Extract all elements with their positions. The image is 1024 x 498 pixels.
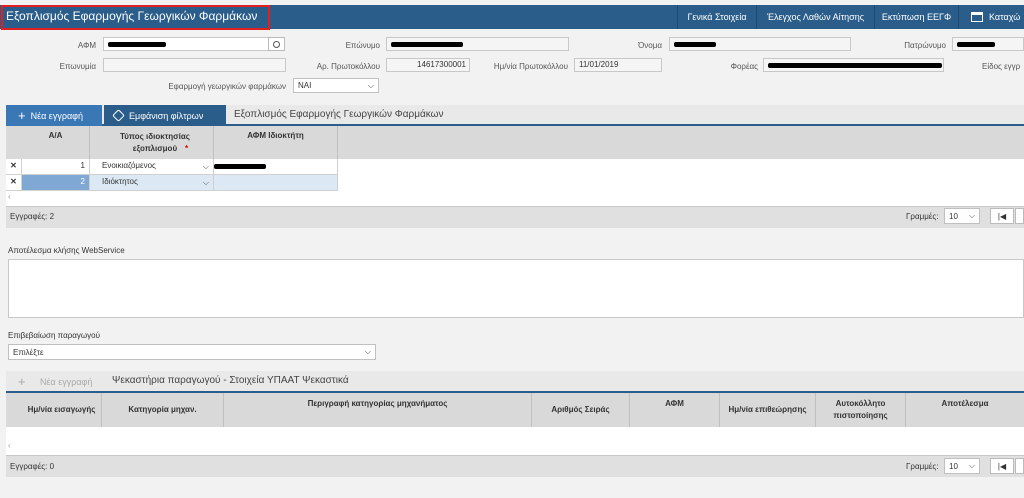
grid1-new-button[interactable]: + Νέα εγγραφή: [6, 105, 102, 126]
first-page-icon: |◀: [997, 461, 1007, 471]
show-filters-button[interactable]: Εμφάνιση φίλτρων: [104, 105, 226, 126]
row1-aa: 1: [22, 159, 90, 175]
application-select[interactable]: ΝΑΙ ⌵: [293, 78, 379, 93]
prev-page-button[interactable]: [1015, 458, 1024, 474]
chevron-down-icon: ⌵: [202, 161, 209, 171]
redacted-surname: [391, 42, 463, 47]
row2-type-value: Ιδιόκτητος: [102, 177, 138, 186]
tag-icon: [112, 109, 125, 122]
row1-type-select[interactable]: Ενοικιαζόμενος ⌵: [90, 159, 214, 175]
producer-select-value: Επιλέξτε: [13, 347, 44, 357]
chevron-down-icon: ⌵: [202, 177, 209, 187]
submit-button[interactable]: Καταχώ: [958, 5, 1024, 29]
redacted-owner-afm: [214, 164, 266, 169]
first-page-icon: |◀: [997, 211, 1007, 221]
col-aa[interactable]: Α/Α: [22, 126, 90, 159]
submit-button-label: Καταχώ: [989, 12, 1021, 22]
col-owner-afm[interactable]: ΑΦΜ Ιδιοκτήτη: [214, 126, 338, 159]
afm-label: ΑΦΜ: [77, 41, 96, 50]
error-check-button[interactable]: Έλεγχος Λαθών Αίτησης: [756, 5, 874, 29]
grid1-lines-select[interactable]: 10 ⌵: [944, 208, 980, 224]
afm-field[interactable]: [103, 37, 269, 51]
row1-type-value: Ενοικιαζόμενος: [102, 161, 156, 170]
grid2-lines-select[interactable]: 10 ⌵: [944, 458, 980, 474]
protocol-date-field: 11/01/2019: [574, 58, 662, 72]
surname-label: Επώνυμο: [345, 41, 380, 50]
col-ownership-type[interactable]: Τύπος ιδιοκτησίας εξοπλισμού *: [90, 126, 214, 159]
redacted-agency: [768, 63, 942, 68]
chevron-down-icon: ⌵: [367, 80, 374, 90]
grid2-tab-title: Ψεκαστήρια παραγωγού - Στοιχεία ΥΠΑΑΤ Ψε…: [112, 375, 349, 386]
protocol-no-label: Αρ. Πρωτοκόλλου: [316, 62, 380, 71]
first-page-button[interactable]: |◀: [990, 458, 1014, 474]
fathername-label: Πατρώνυμο: [904, 41, 946, 50]
col-ownership-type-label: Τύπος ιδιοκτησίας εξοπλισμού: [119, 131, 190, 153]
row2-owner-afm[interactable]: [214, 175, 338, 191]
row2-type-select[interactable]: Ιδιόκτητος ⌵: [90, 175, 214, 191]
redacted-afm: [108, 42, 166, 47]
producer-select[interactable]: Επιλέξτε ⌵: [8, 344, 376, 360]
grid2-footer: [6, 455, 1024, 477]
grid2-lines-value: 10: [949, 461, 958, 471]
general-info-button[interactable]: Γενικά Στοιχεία: [677, 5, 756, 29]
show-filters-label: Εμφάνιση φίλτρων: [129, 110, 204, 121]
name-label: Όνομα: [638, 41, 662, 50]
agency-field: [763, 58, 944, 72]
grid1-lines-value: 10: [949, 211, 958, 221]
protocol-date-label: Ημ/νία Πρωτοκόλλου: [493, 62, 568, 71]
grid2-new-button[interactable]: Νέα εγγραφή: [40, 377, 92, 387]
plus-icon: +: [18, 107, 26, 123]
redacted-fathername: [957, 42, 995, 47]
col-certification-sticker[interactable]: Αυτοκόλλητο πιστοποίησης: [816, 393, 906, 427]
row1-owner-afm[interactable]: [214, 159, 338, 175]
redacted-name: [674, 42, 716, 47]
grid1-footer: [6, 206, 1024, 228]
grid1-records: Εγγραφές: 2: [10, 212, 55, 221]
grid1-lines-label: Γραμμές:: [906, 212, 939, 221]
grid2-records: Εγγραφές: 0: [10, 462, 55, 471]
required-marker: *: [184, 143, 189, 153]
chevron-down-icon: ⌵: [968, 461, 975, 470]
name-field: [669, 37, 851, 51]
search-icon: [273, 40, 280, 48]
print-button[interactable]: Εκτύπωση ΕΕΓΦ: [874, 5, 958, 29]
col-category-description[interactable]: Περιγραφή κατηγορίας μηχανήματος: [224, 393, 532, 427]
prev-page-button[interactable]: [1015, 208, 1024, 224]
col-import-date[interactable]: Ημ/νία εισαγωγής: [22, 393, 102, 427]
archive-icon: [971, 12, 983, 22]
company-field: [103, 58, 286, 72]
title-highlight-box: [1, 5, 270, 30]
grid2-lines-label: Γραμμές:: [906, 462, 939, 471]
webservice-label: Αποτέλεσμα κλήσης WebService: [8, 246, 125, 255]
scroll-left-icon[interactable]: ‹: [8, 192, 11, 201]
agency-label: Φορέας: [730, 62, 758, 71]
afm-search-button[interactable]: [268, 37, 285, 51]
application-select-value: ΝΑΙ: [298, 81, 312, 90]
webservice-result-area[interactable]: [8, 259, 1024, 318]
delete-row-icon[interactable]: ✕: [6, 175, 22, 191]
first-page-button[interactable]: |◀: [990, 208, 1014, 224]
delete-row-icon[interactable]: ✕: [6, 159, 22, 175]
fathername-field: [952, 37, 1024, 51]
grid1-tab-title: Εξοπλισμός Εφαρμογής Γεωργικών Φαρμάκων: [234, 109, 444, 120]
scroll-left-icon[interactable]: ‹: [8, 441, 11, 450]
producer-label: Επιβεβαίωση παραγωγού: [8, 331, 100, 340]
grid1-new-label: Νέα εγγραφή: [30, 110, 83, 121]
application-label: Εφαρμογή γεωργικών φαρμάκων: [168, 82, 286, 91]
chevron-down-icon: ⌵: [364, 347, 371, 356]
col-afm[interactable]: ΑΦΜ: [630, 393, 720, 427]
row2-aa[interactable]: 2: [22, 175, 90, 191]
col-result[interactable]: Αποτέλεσμα: [906, 393, 1024, 427]
protocol-no-field: 14617300001: [386, 58, 470, 72]
plus-icon: +: [18, 374, 26, 389]
col-serial-number[interactable]: Αριθμός Σειράς: [532, 393, 630, 427]
chevron-down-icon: ⌵: [968, 211, 975, 220]
company-label: Επωνυμία: [59, 62, 96, 71]
col-inspection-date[interactable]: Ημ/νία επιθεώρησης: [720, 393, 816, 427]
type-label: Είδος εγγρ: [982, 62, 1021, 71]
col-machine-category[interactable]: Κατηγορία μηχαν.: [102, 393, 224, 427]
surname-field: [386, 37, 569, 51]
